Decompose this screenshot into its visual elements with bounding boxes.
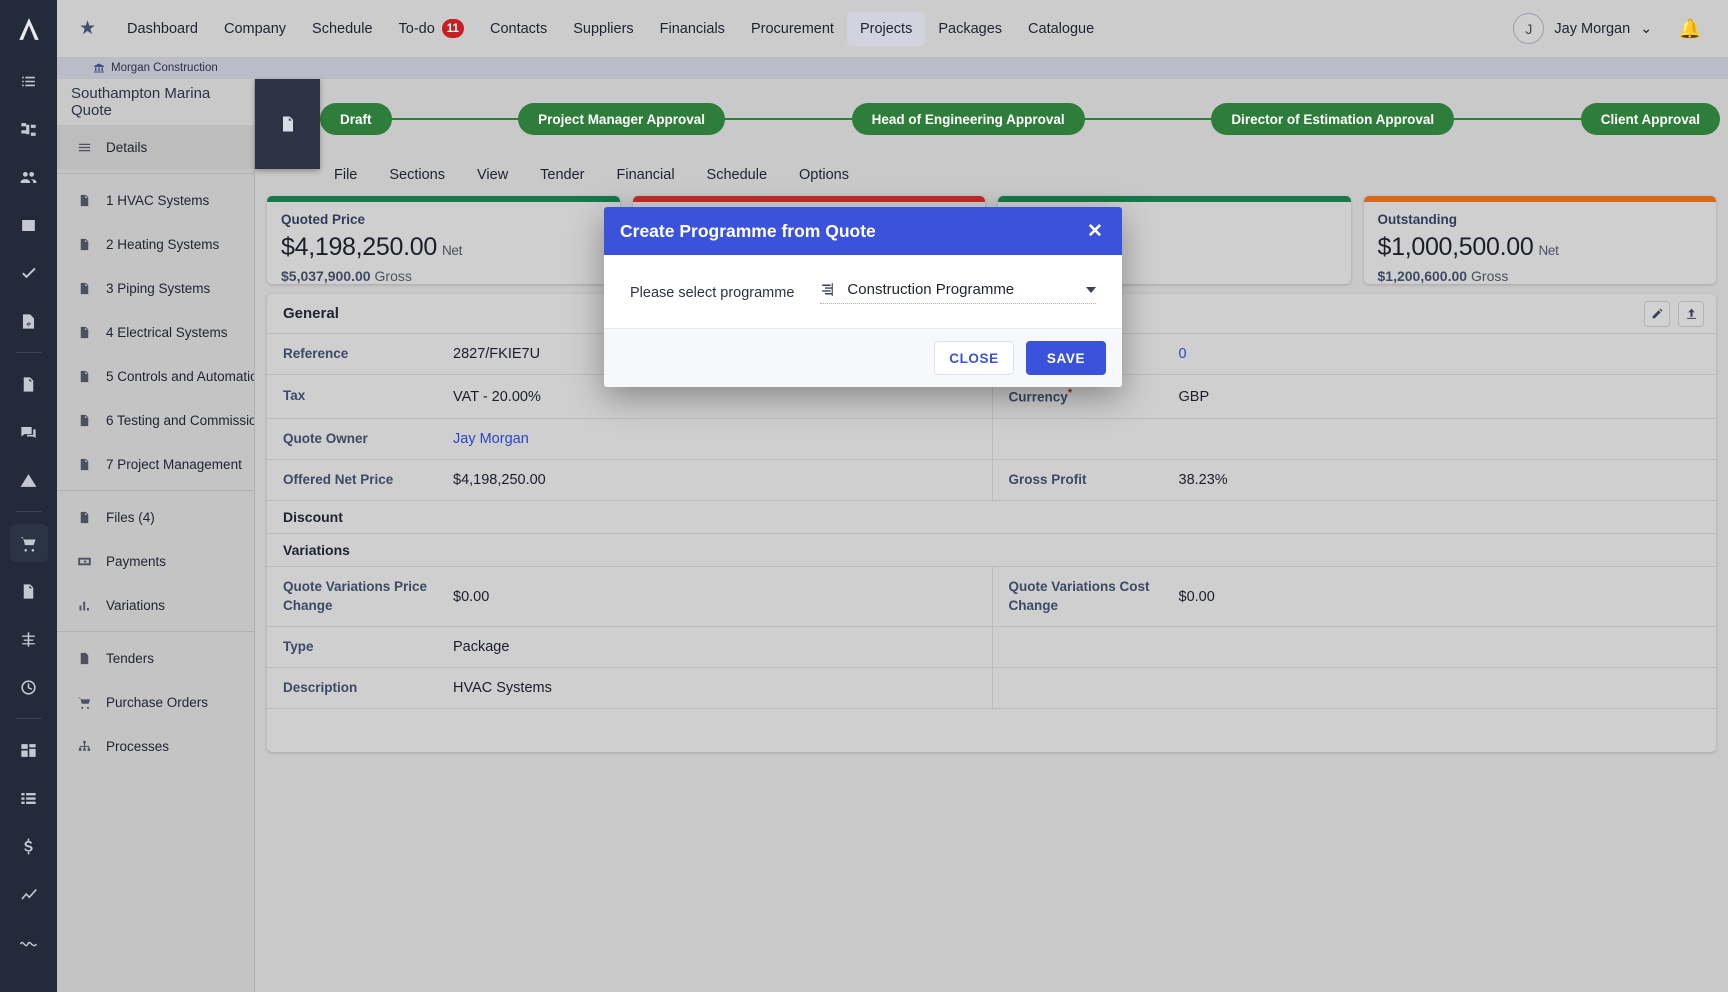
modal-footer: CLOSE SAVE (604, 328, 1122, 387)
programme-field-label: Please select programme (630, 285, 794, 301)
modal-header: Create Programme from Quote ✕ (604, 207, 1122, 255)
programme-icon (820, 281, 837, 298)
caret-down-icon (1086, 287, 1096, 293)
modal-overlay: Create Programme from Quote ✕ Please sel… (0, 0, 1728, 992)
close-icon[interactable]: ✕ (1082, 218, 1108, 244)
modal-body: Please select programme Construction Pro… (604, 255, 1122, 328)
programme-select-value: Construction Programme (847, 281, 1076, 298)
save-button[interactable]: SAVE (1026, 341, 1106, 375)
close-button[interactable]: CLOSE (934, 341, 1014, 375)
modal-title: Create Programme from Quote (620, 221, 1082, 242)
create-programme-modal: Create Programme from Quote ✕ Please sel… (604, 207, 1122, 387)
programme-select[interactable]: Construction Programme (820, 281, 1096, 304)
